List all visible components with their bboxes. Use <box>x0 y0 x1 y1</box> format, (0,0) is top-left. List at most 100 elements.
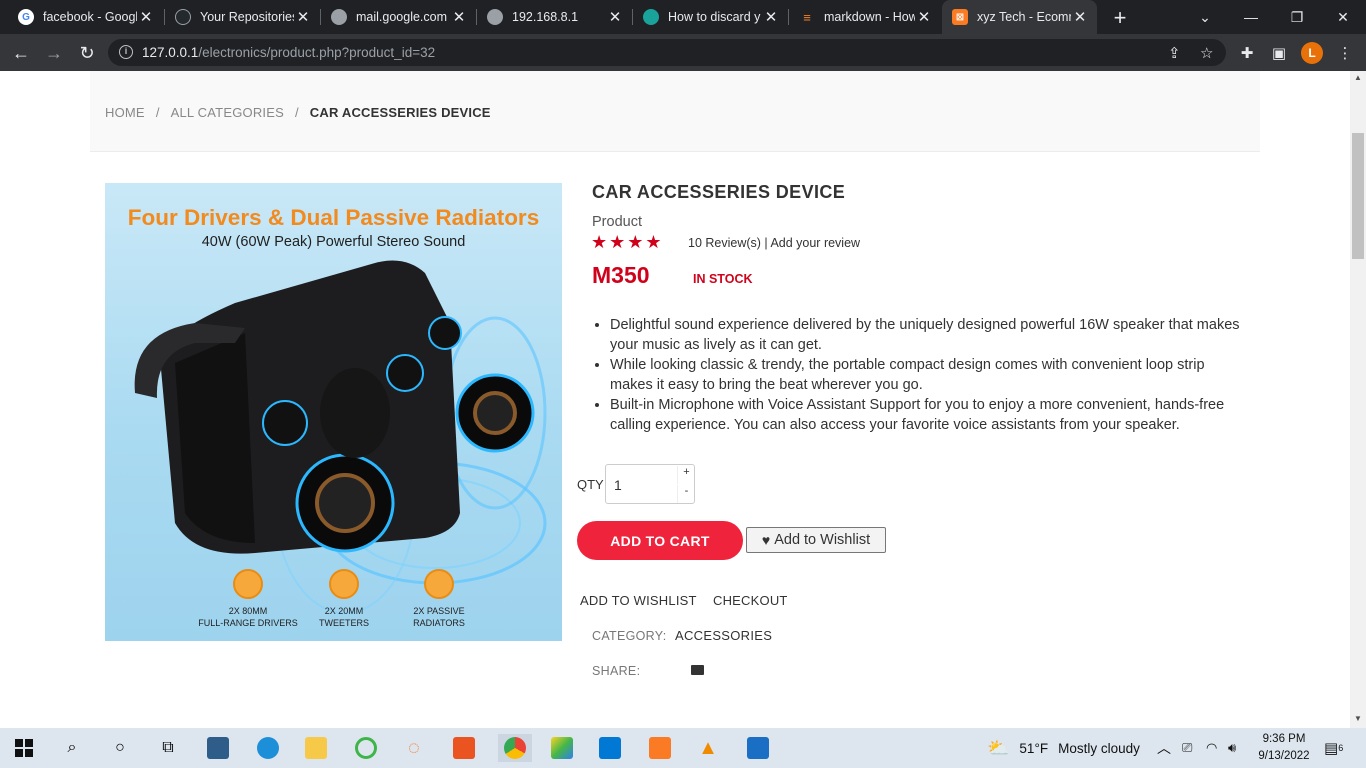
tab-markdown[interactable]: ≡ markdown - How ✕ <box>789 0 941 34</box>
feature-radiators: 2X PASSIVE RADIATORS <box>384 569 494 629</box>
side-panel-icon[interactable]: ▣ <box>1266 40 1292 66</box>
tab-how-to-discard[interactable]: How to discard y ✕ <box>633 0 788 34</box>
description-item: Built-in Microphone with Voice Assistant… <box>610 395 1242 435</box>
tab-router[interactable]: 192.168.8.1 ✕ <box>477 0 632 34</box>
app-green-ring-icon[interactable] <box>352 734 380 762</box>
feature-line: 2X 20MM <box>324 606 364 616</box>
show-hidden-icons-chevron-icon[interactable]: ︿ <box>1157 728 1171 768</box>
xampp-icon[interactable] <box>646 734 674 762</box>
restore-button[interactable]: ❐ <box>1274 0 1320 34</box>
chrome-taskbar-icon[interactable] <box>498 734 532 762</box>
checkout-link[interactable]: CHECKOUT <box>713 593 788 608</box>
ubuntu-icon[interactable] <box>450 734 478 762</box>
vlc-icon[interactable]: ▲ <box>694 734 722 762</box>
meet-now-icon[interactable]: ⎚ <box>1182 728 1192 768</box>
extensions-puzzle-icon[interactable]: ✚ <box>1234 40 1260 66</box>
photos-icon[interactable] <box>744 734 772 762</box>
forward-arrow-icon[interactable]: → <box>41 40 67 66</box>
close-tab-icon[interactable]: ✕ <box>294 8 312 26</box>
close-tab-icon[interactable]: ✕ <box>450 8 468 26</box>
scroll-down-arrow-icon[interactable]: ▼ <box>1354 714 1362 723</box>
reload-icon[interactable]: ↻ <box>74 40 100 66</box>
tab-mail-google[interactable]: mail.google.com ✕ <box>321 0 476 34</box>
cortana-icon[interactable]: ○ <box>106 734 134 762</box>
jupyter-icon[interactable]: ◌ <box>400 734 428 762</box>
rating-stars: ★ ★ ★ ★ <box>591 232 662 252</box>
mysql-workbench-icon[interactable] <box>204 734 232 762</box>
close-tab-icon[interactable]: ✕ <box>137 8 155 26</box>
globe-icon <box>331 9 347 25</box>
tab-facebook-google[interactable]: G facebook - Googl ✕ <box>8 0 163 34</box>
breadcrumb-separator: / <box>155 105 160 120</box>
product-image[interactable]: Four Drivers & Dual Passive Radiators 40… <box>105 183 562 641</box>
back-arrow-icon[interactable]: ← <box>8 40 34 66</box>
tab-title: Your Repositories <box>200 10 294 24</box>
breadcrumb-home[interactable]: HOME <box>105 105 145 120</box>
qty-label: QTY <box>577 477 604 492</box>
close-tab-icon[interactable]: ✕ <box>762 8 780 26</box>
tab-xyz-tech-active[interactable]: ⊠ xyz Tech - Ecomm ✕ <box>942 0 1097 34</box>
clock-time: 9:36 PM <box>1262 733 1306 745</box>
share-icon[interactable]: ⇪ <box>1168 44 1181 62</box>
close-tab-icon[interactable]: ✕ <box>1071 8 1089 26</box>
close-tab-icon[interactable]: ✕ <box>915 8 933 26</box>
feature-drivers: 2X 80MM FULL-RANGE DRIVERS <box>193 569 303 629</box>
close-tab-icon[interactable]: ✕ <box>606 8 624 26</box>
add-to-wishlist-button[interactable]: ♥ Add to Wishlist <box>746 527 886 553</box>
envelope-icon[interactable] <box>691 665 704 675</box>
bluestacks-icon[interactable] <box>548 734 576 762</box>
tab-title: How to discard y <box>668 10 761 24</box>
clock-date: 9/13/2022 <box>1258 750 1310 762</box>
reviews-link[interactable]: 10 Review(s) | Add your review <box>688 236 860 250</box>
add-to-cart-button[interactable]: ADD TO CART <box>577 521 743 560</box>
breadcrumb-all-categories[interactable]: ALL CATEGORIES <box>171 105 284 120</box>
windows-start-icon[interactable] <box>10 734 38 762</box>
eye-icon <box>643 9 659 25</box>
wifi-icon[interactable]: ◠ <box>1206 728 1217 768</box>
site-info-icon[interactable]: i <box>119 45 133 59</box>
system-clock[interactable]: 9:36 PM 9/13/2022 <box>1254 731 1314 765</box>
breadcrumb-separator: / <box>294 105 299 120</box>
task-view-icon[interactable]: ⧉ <box>154 734 182 762</box>
windows-taskbar: ⌕ ○ ⧉ ◌ ▲ ⛅ 51°F Mostly cloudy ︿ ⎚ ◠ 🔊︎ … <box>0 728 1366 768</box>
qty-decrease-button[interactable]: - <box>677 485 695 503</box>
notifications-icon[interactable]: ▤ 6 <box>1324 728 1343 768</box>
description-item: Delightful sound experience delivered by… <box>610 315 1242 355</box>
scroll-up-arrow-icon[interactable]: ▲ <box>1354 73 1362 82</box>
browser-toolbar: ← → ↻ i 127.0.0.1/electronics/product.ph… <box>0 34 1366 71</box>
product-price: M350 <box>592 262 650 288</box>
page-scrollbar[interactable]: ▲ ▼ <box>1350 71 1366 728</box>
scrollbar-thumb[interactable] <box>1352 133 1364 259</box>
vscode-icon[interactable] <box>596 734 624 762</box>
search-icon[interactable]: ⌕ <box>58 734 86 762</box>
file-explorer-icon[interactable] <box>302 734 330 762</box>
weather-cloud-icon: ⛅ <box>987 737 1010 758</box>
tweeter-icon <box>329 569 359 599</box>
bookmark-star-icon[interactable]: ☆ <box>1200 44 1213 62</box>
address-bar[interactable]: i 127.0.0.1/electronics/product.php?prod… <box>108 39 1226 66</box>
url-text[interactable]: 127.0.0.1/electronics/product.php?produc… <box>142 45 435 60</box>
tab-your-repositories[interactable]: Your Repositories ✕ <box>165 0 320 34</box>
profile-avatar[interactable]: L <box>1301 42 1323 64</box>
driver-icon <box>233 569 263 599</box>
close-window-button[interactable]: ✕ <box>1320 0 1366 34</box>
category-value-link[interactable]: ACCESSORIES <box>675 628 772 643</box>
tab-search-chevron-icon[interactable]: ⌄ <box>1182 0 1228 34</box>
edge-icon[interactable] <box>254 734 282 762</box>
page-content: HOME / ALL CATEGORIES / CAR ACCESSERIES … <box>0 71 1350 728</box>
notification-count: 6 <box>1338 743 1344 753</box>
minimize-button[interactable]: — <box>1228 0 1274 34</box>
add-to-wishlist-link[interactable]: ADD TO WISHLIST <box>580 593 697 608</box>
qty-increase-button[interactable]: + <box>677 466 695 484</box>
quantity-input[interactable] <box>614 473 674 497</box>
quantity-stepper: + - <box>605 464 695 504</box>
weather-widget[interactable]: ⛅ 51°F Mostly cloudy <box>987 728 1140 768</box>
menu-kebab-icon[interactable]: ⋮ <box>1332 40 1358 66</box>
weather-text: Mostly cloudy <box>1058 740 1140 756</box>
browser-tab-strip: G facebook - Googl ✕ Your Repositories ✕… <box>0 0 1366 34</box>
category-label: CATEGORY: <box>592 629 667 643</box>
product-title: CAR ACCESSERIES DEVICE <box>592 182 846 202</box>
new-tab-button[interactable]: + <box>1109 5 1131 31</box>
tab-title: 192.168.8.1 <box>512 10 579 24</box>
volume-icon[interactable]: 🔊︎ <box>1228 728 1236 768</box>
